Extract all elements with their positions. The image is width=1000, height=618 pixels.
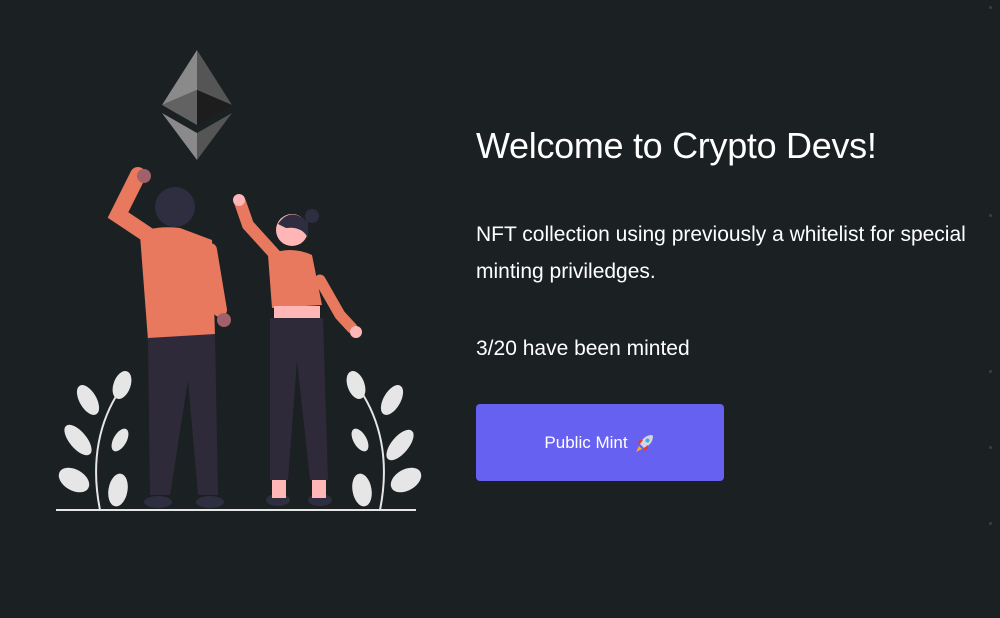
edge-mark [989,6,992,9]
hero-illustration [56,50,422,511]
public-mint-button[interactable]: Public Mint [476,404,724,481]
page-title: Welcome to Crypto Devs! [476,125,877,166]
public-mint-label: Public Mint [544,432,628,452]
right-plant [346,371,422,511]
ethereum-logo-icon [162,50,232,160]
collection-description: NFT collection using previously a whitel… [476,223,966,283]
man-figure [107,167,231,508]
woman-figure [233,194,362,506]
edge-mark [989,522,992,525]
edge-mark [989,446,992,449]
hero-content: Welcome to Crypto Devs! NFT collection u… [476,120,976,481]
left-plant [58,371,132,511]
mint-count: 3/20 have been minted [476,337,690,360]
edge-mark [989,214,992,217]
edge-mark [989,370,992,373]
rocket-icon [634,432,656,454]
